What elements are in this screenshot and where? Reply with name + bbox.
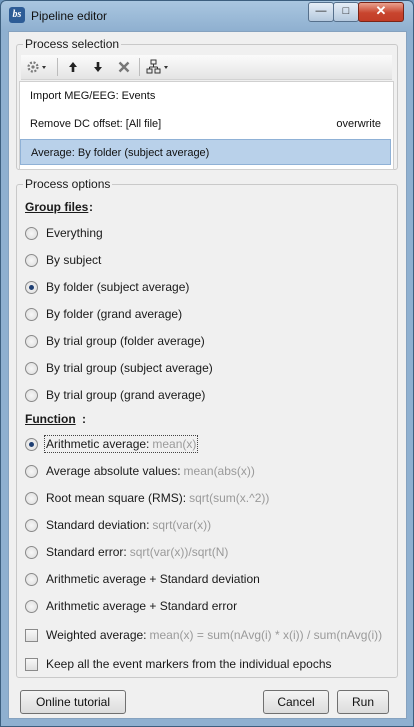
process-item[interactable]: Import MEG/EEG: Events bbox=[20, 83, 391, 109]
radio-by-trial-group-subject-average[interactable]: By trial group (subject average) bbox=[25, 359, 213, 377]
checkbox-label: Keep all the event markers from the indi… bbox=[46, 657, 332, 671]
process-label: Import MEG/EEG: Events bbox=[30, 90, 156, 102]
radio-button[interactable] bbox=[25, 545, 38, 559]
radio-button-checked[interactable] bbox=[25, 280, 38, 294]
delete-x-icon bbox=[118, 61, 130, 73]
move-down-button[interactable] bbox=[87, 57, 109, 77]
toolbar-separator bbox=[139, 58, 140, 76]
radio-label: By trial group (subject average) bbox=[46, 361, 213, 375]
maximize-button[interactable]: □ bbox=[333, 2, 359, 22]
radio-button[interactable] bbox=[25, 518, 38, 532]
close-button[interactable]: ✕ bbox=[358, 2, 404, 22]
formula-hint: sqrt(var(x))/sqrt(N) bbox=[129, 545, 229, 559]
radio-label: Arithmetic average: bbox=[46, 437, 150, 451]
arrow-up-icon bbox=[68, 61, 78, 73]
function-label: Function bbox=[25, 412, 76, 426]
radio-label: By folder (grand average) bbox=[46, 307, 183, 321]
move-up-button[interactable] bbox=[62, 57, 84, 77]
group-files-colon: : bbox=[89, 200, 93, 214]
radio-button[interactable] bbox=[25, 572, 38, 586]
radio-label: Standard error: bbox=[46, 545, 127, 559]
radio-average-plus-std[interactable]: Arithmetic average + Standard deviation bbox=[25, 570, 260, 588]
formula-hint: sqrt(sum(x.^2)) bbox=[189, 491, 270, 505]
formula-hint: mean(abs(x)) bbox=[183, 464, 255, 478]
radio-label: Arithmetic average + Standard deviation bbox=[46, 572, 260, 586]
radio-by-folder-subject-average[interactable]: By folder (subject average) bbox=[25, 278, 189, 296]
title-bar[interactable]: bs Pipeline editor — □ ✕ bbox=[1, 1, 413, 31]
pipeline-tree-menu-button[interactable] bbox=[144, 57, 174, 77]
delete-button[interactable] bbox=[113, 57, 135, 77]
radio-label: By trial group (grand average) bbox=[46, 388, 206, 402]
radio-button[interactable] bbox=[25, 361, 38, 375]
radio-arithmetic-average[interactable]: Arithmetic average: mean(x) bbox=[25, 435, 199, 453]
radio-label: Standard deviation: bbox=[46, 518, 150, 532]
radio-button[interactable] bbox=[25, 253, 38, 267]
formula-hint: mean(x) = sum(nAvg(i) * x(i)) / sum(nAvg… bbox=[149, 628, 383, 642]
radio-button[interactable] bbox=[25, 334, 38, 348]
radio-average-absolute-values[interactable]: Average absolute values: mean(abs(x)) bbox=[25, 462, 255, 480]
online-tutorial-button[interactable]: Online tutorial bbox=[20, 690, 126, 714]
radio-button-checked[interactable] bbox=[25, 437, 38, 451]
arrow-down-icon bbox=[93, 61, 103, 73]
checkbox[interactable] bbox=[25, 628, 38, 642]
radio-button[interactable] bbox=[25, 491, 38, 505]
radio-label: Average absolute values: bbox=[46, 464, 181, 478]
process-toolbar bbox=[21, 55, 392, 80]
radio-standard-error[interactable]: Standard error: sqrt(var(x))/sqrt(N) bbox=[25, 543, 228, 561]
formula-hint: mean(x) bbox=[152, 437, 197, 451]
radio-by-folder-grand-average[interactable]: By folder (grand average) bbox=[25, 305, 182, 323]
radio-everything[interactable]: Everything bbox=[25, 224, 103, 242]
checkbox-weighted-average[interactable]: Weighted average: mean(x) = sum(nAvg(i) *… bbox=[25, 626, 382, 644]
tree-icon bbox=[146, 59, 172, 75]
process-label: Average: By folder (subject average) bbox=[31, 147, 210, 159]
formula-hint: sqrt(var(x)) bbox=[152, 518, 212, 532]
radio-button[interactable] bbox=[25, 226, 38, 240]
function-heading: Function bbox=[25, 412, 76, 426]
radio-standard-deviation[interactable]: Standard deviation: sqrt(var(x)) bbox=[25, 516, 211, 534]
gear-icon bbox=[26, 60, 48, 74]
radio-label: Everything bbox=[46, 226, 103, 240]
radio-label: Arithmetic average + Standard error bbox=[46, 599, 238, 613]
function-colon: : bbox=[82, 412, 86, 426]
radio-label: By subject bbox=[46, 253, 102, 267]
process-options-group: Process options Group files : Everything… bbox=[16, 177, 398, 678]
radio-by-subject[interactable]: By subject bbox=[25, 251, 101, 269]
process-option: overwrite bbox=[336, 118, 381, 130]
radio-button[interactable] bbox=[25, 464, 38, 478]
radio-by-trial-group-grand-average[interactable]: By trial group (grand average) bbox=[25, 386, 205, 404]
radio-root-mean-square[interactable]: Root mean square (RMS): sqrt(sum(x.^2)) bbox=[25, 489, 269, 507]
pipeline-editor-window: bs Pipeline editor — □ ✕ Process selecti… bbox=[0, 0, 414, 727]
process-options-title: Process options bbox=[23, 177, 113, 191]
radio-button[interactable] bbox=[25, 599, 38, 613]
gear-menu-button[interactable] bbox=[23, 57, 51, 77]
minimize-button[interactable]: — bbox=[308, 2, 334, 22]
radio-label: By folder (subject average) bbox=[46, 280, 190, 294]
window-title: Pipeline editor bbox=[31, 9, 108, 23]
dialog-client-area: Process selection Import MEG/EEG: Events… bbox=[8, 31, 407, 719]
radio-average-plus-stderr[interactable]: Arithmetic average + Standard error bbox=[25, 597, 237, 615]
checkbox[interactable] bbox=[25, 657, 38, 671]
group-files-heading: Group files bbox=[25, 200, 88, 214]
checkbox-label: Weighted average: bbox=[46, 628, 147, 642]
process-item-selected[interactable]: Average: By folder (subject average) bbox=[20, 139, 391, 165]
process-label: Remove DC offset: [All file] bbox=[30, 118, 162, 130]
radio-by-trial-group-folder-average[interactable]: By trial group (folder average) bbox=[25, 332, 205, 350]
radio-button[interactable] bbox=[25, 307, 38, 321]
radio-button[interactable] bbox=[25, 388, 38, 402]
radio-label: Root mean square (RMS): bbox=[46, 491, 187, 505]
toolbar-separator bbox=[57, 58, 58, 76]
checkbox-keep-event-markers[interactable]: Keep all the event markers from the indi… bbox=[25, 655, 332, 673]
radio-label: By trial group (folder average) bbox=[46, 334, 205, 348]
group-files-label: Group files bbox=[25, 200, 89, 214]
process-selection-title: Process selection bbox=[23, 37, 122, 51]
run-button[interactable]: Run bbox=[337, 690, 389, 714]
process-selection-group: Process selection Import MEG/EEG: Events… bbox=[16, 37, 398, 170]
radio-label-focused: Arithmetic average: mean(x) bbox=[43, 435, 199, 453]
process-item[interactable]: Remove DC offset: [All file] overwrite bbox=[20, 111, 391, 137]
process-list: Import MEG/EEG: Events Remove DC offset:… bbox=[19, 81, 394, 170]
app-icon: bs bbox=[9, 7, 25, 23]
cancel-button[interactable]: Cancel bbox=[263, 690, 329, 714]
